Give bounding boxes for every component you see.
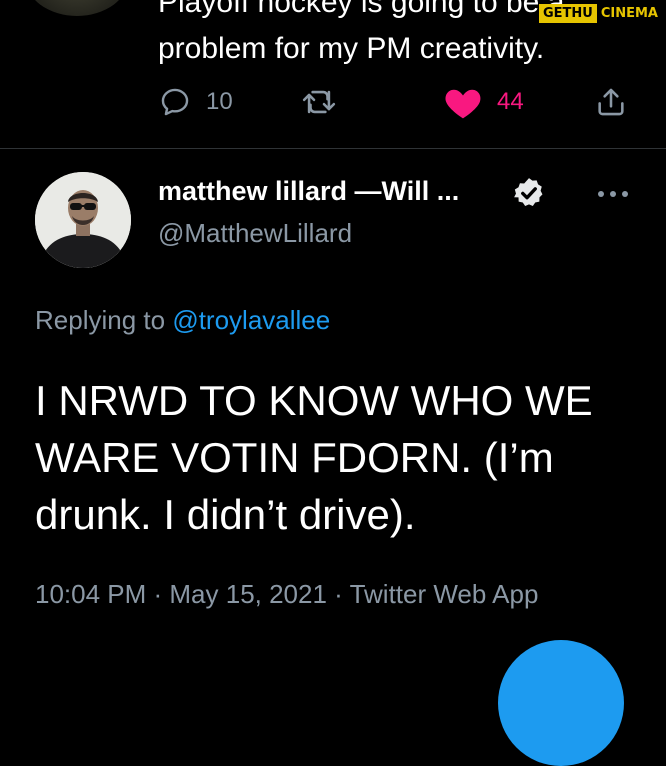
replying-to-line: Replying to @troylavallee bbox=[35, 305, 330, 336]
author-handle[interactable]: @MatthewLillard bbox=[158, 218, 352, 249]
share-icon bbox=[598, 88, 624, 116]
verified-badge-icon bbox=[514, 178, 543, 207]
reply-count: 10 bbox=[206, 88, 233, 115]
retweet-icon bbox=[302, 90, 336, 114]
more-options-icon[interactable] bbox=[594, 184, 632, 204]
previous-tweet-text: Playoff hockey is going to be a problem … bbox=[158, 0, 564, 65]
replying-to-mention[interactable]: @troylavallee bbox=[172, 305, 330, 335]
like-button[interactable]: 44 bbox=[443, 80, 524, 124]
compose-tweet-button[interactable] bbox=[498, 640, 624, 766]
tweet-timestamp[interactable]: 10:04 PM · May 15, 2021 · Twitter Web Ap… bbox=[35, 574, 595, 615]
replying-prefix: Replying to bbox=[35, 305, 173, 335]
reply-icon bbox=[161, 88, 189, 116]
tweet-text: I NRWD TO KNOW WHO WE WARE VOTIN FDORN. … bbox=[35, 377, 593, 538]
avatar[interactable] bbox=[35, 172, 131, 268]
retweet-button[interactable] bbox=[300, 80, 338, 124]
share-button[interactable] bbox=[594, 80, 628, 124]
like-icon bbox=[445, 89, 481, 119]
reply-button[interactable]: 10 bbox=[158, 80, 233, 124]
like-count: 44 bbox=[497, 88, 524, 115]
previous-tweet-actions: 10 44 bbox=[0, 80, 666, 124]
author-name[interactable]: matthew lillard —Will ... bbox=[158, 176, 459, 207]
watermark-part2: CINEMA bbox=[600, 5, 658, 21]
tweet-divider bbox=[0, 148, 666, 149]
previous-tweet-avatar[interactable] bbox=[25, 0, 129, 16]
watermark-part1: GETHU bbox=[539, 3, 597, 23]
watermark: GETHU CINEMA bbox=[539, 2, 662, 24]
